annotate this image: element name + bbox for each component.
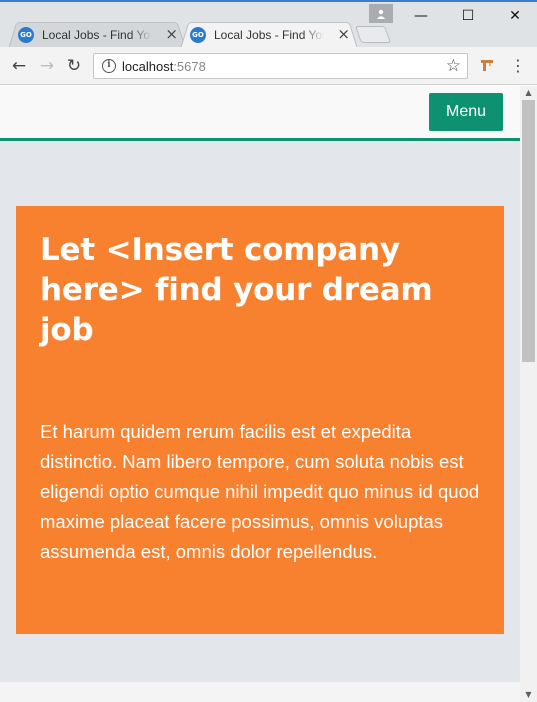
reload-icon[interactable]: ↻: [63, 55, 85, 77]
page-footer-strip: [0, 682, 520, 702]
browser-titlebar: GO Local Jobs - Find Your Dream Job × GO…: [0, 0, 537, 49]
browser-tab[interactable]: GO Local Jobs - Find Your Dream Job ×: [8, 19, 186, 49]
site-favicon-icon: GO: [18, 27, 34, 43]
browser-toolbar: ← → ↻ i localhost:5678 ☆ ⋮: [0, 47, 537, 85]
new-tab-button[interactable]: [354, 26, 392, 43]
forward-arrow-icon[interactable]: →: [36, 55, 58, 77]
tab-title: Local Jobs - Find Your Dream Job: [214, 28, 324, 42]
close-tab-icon[interactable]: ×: [165, 25, 178, 43]
close-window-icon[interactable]: ✕: [502, 6, 528, 26]
url-text[interactable]: localhost:5678: [122, 59, 206, 74]
browser-tab-active[interactable]: GO Local Jobs - Find Your Dream Job ×: [180, 19, 358, 49]
maximize-icon[interactable]: ☐: [455, 6, 481, 26]
site-favicon-icon: GO: [190, 27, 206, 43]
vertical-scrollbar[interactable]: ▲ ▼: [520, 86, 537, 702]
tab-title: Local Jobs - Find Your Dream Job: [42, 28, 152, 42]
info-icon[interactable]: i: [102, 59, 116, 73]
menu-kebab-icon[interactable]: ⋮: [508, 55, 528, 77]
close-tab-icon[interactable]: ×: [337, 25, 350, 43]
bookmark-star-icon[interactable]: ☆: [446, 56, 461, 76]
scroll-up-icon[interactable]: ▲: [520, 86, 537, 100]
extension-icon[interactable]: [479, 57, 495, 73]
address-bar[interactable]: i localhost:5678 ☆: [93, 53, 468, 79]
menu-button[interactable]: Menu: [429, 93, 503, 131]
minimize-icon[interactable]: —: [408, 6, 434, 26]
scrollbar-thumb[interactable]: [522, 100, 535, 362]
scroll-down-icon[interactable]: ▼: [520, 688, 537, 702]
hero-heading: Let <Insert company here> find your drea…: [40, 232, 433, 348]
page-viewport: Menu Let <Insert company here> find your…: [0, 86, 520, 702]
hero-description: Et harum quidem rerum facilis est et exp…: [40, 421, 480, 562]
back-arrow-icon[interactable]: ←: [8, 55, 30, 77]
hero-banner: Let <Insert company here> find your drea…: [16, 206, 504, 634]
profile-icon[interactable]: [369, 4, 393, 23]
site-header: Menu: [0, 86, 520, 141]
